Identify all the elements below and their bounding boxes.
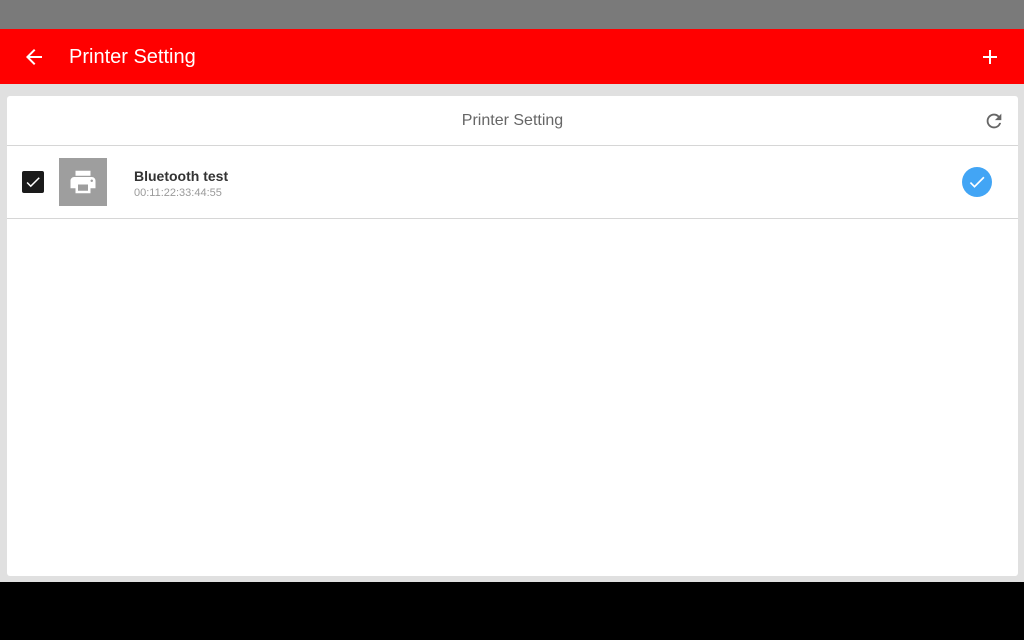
arrow-left-icon <box>26 49 42 65</box>
back-button[interactable] <box>14 37 54 77</box>
printer-checkbox[interactable] <box>22 171 44 193</box>
navigation-bar <box>0 582 1024 640</box>
card-title: Printer Setting <box>461 112 564 129</box>
check-circle-icon <box>969 176 985 188</box>
refresh-icon <box>986 113 1002 129</box>
printer-name: Bluetooth test <box>134 168 229 184</box>
status-bar <box>0 0 1024 29</box>
printer-list-item[interactable]: Bluetooth test 00:11:22:33:44:55 <box>7 147 1018 219</box>
app-bar: Printer Setting <box>0 29 1024 84</box>
plus-icon <box>983 50 997 64</box>
checkmark-icon <box>26 177 40 188</box>
selected-printer-indicator[interactable] <box>962 167 992 197</box>
printer-address: 00:11:22:33:44:55 <box>134 187 222 199</box>
app-bar-title: Printer Setting <box>69 46 196 68</box>
card-header: Printer Setting <box>7 96 1018 146</box>
printer-icon <box>70 170 96 194</box>
add-printer-button[interactable] <box>970 37 1010 77</box>
refresh-button[interactable] <box>982 109 1006 133</box>
printer-thumbnail <box>59 158 107 206</box>
printer-list-card: Printer Setting Bluetooth test 00:11:22:… <box>7 96 1018 576</box>
